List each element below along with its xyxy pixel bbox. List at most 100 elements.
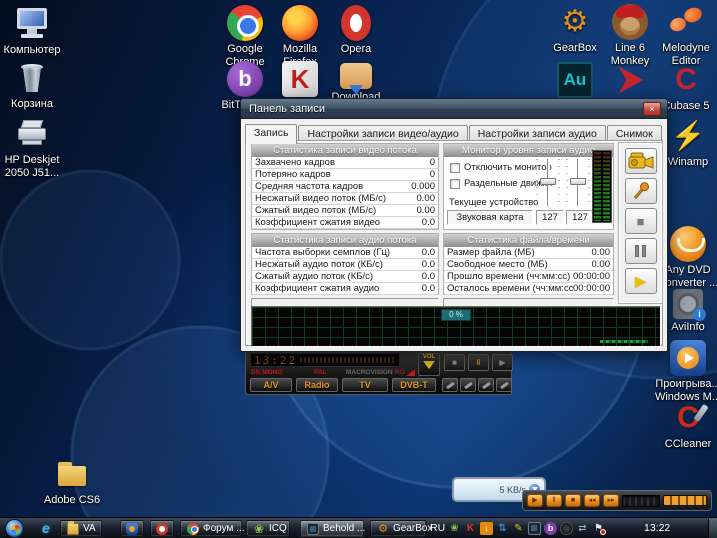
tray-action-center-flag-icon[interactable]: ⚑ xyxy=(592,522,605,535)
stat-row: Средняя частота кадров0.000 xyxy=(252,181,438,193)
tv-led-display: 13:22 xyxy=(250,353,400,367)
group-title: Статистика записи аудио потока xyxy=(252,234,438,247)
chrome-icon xyxy=(227,5,263,41)
tv-macrovision-label: MACROVISION xyxy=(346,369,393,376)
dialog-titlebar[interactable]: Панель записи × xyxy=(241,99,667,119)
player-stop-button[interactable]: ■ xyxy=(565,494,581,507)
stat-row: Коэффициент сжатия аудио0.0 xyxy=(252,283,438,295)
dialog-title: Панель записи xyxy=(249,103,325,115)
slider-value-left: 127 xyxy=(536,210,564,225)
alert-badge xyxy=(600,529,606,535)
level-slider-right[interactable] xyxy=(566,159,590,206)
vol-label: VOL xyxy=(419,354,439,360)
tv-tool-wrench-button[interactable] xyxy=(442,378,458,392)
tv-volume-button[interactable]: VOL xyxy=(418,353,440,376)
stat-row: Захвачено кадров0 xyxy=(252,157,438,169)
taskbar-button-va-folder[interactable]: VA xyxy=(60,520,102,537)
ccleaner-icon: C xyxy=(670,400,706,436)
taskbar-button-forum[interactable]: Форум ... xyxy=(180,520,242,537)
adobe-audition-icon: Au xyxy=(557,62,593,98)
player-prev-button[interactable]: ◂◂ xyxy=(584,494,600,507)
tv-mode-dvbt-button[interactable]: DVB-T xyxy=(392,378,436,392)
vu-column xyxy=(594,152,601,221)
tray-behold-tv-icon[interactable] xyxy=(528,522,541,535)
play-button[interactable]: ▶ xyxy=(625,268,657,294)
player-pause-button[interactable]: ‖ xyxy=(546,494,562,507)
tv-tool-scheduler-button[interactable] xyxy=(478,378,494,392)
language-indicator[interactable]: RU xyxy=(430,522,445,534)
taskbar-button-gearbox[interactable]: ⚙ GearBox xyxy=(370,520,426,537)
record-buttons-panel: ■ ▶ xyxy=(619,143,662,303)
opera-icon xyxy=(341,5,371,41)
tv-play-button[interactable]: ▶ xyxy=(492,354,513,371)
gear-icon: ⚙ xyxy=(557,4,593,40)
desktop-icon-adobe-cs6-folder[interactable]: Adobe CS6 xyxy=(38,456,106,507)
taskbar-button-wmp[interactable] xyxy=(120,520,144,537)
device-field[interactable]: Звуковая карта xyxy=(447,210,533,225)
gear-icon: ⚙ xyxy=(377,523,389,535)
chrome-icon xyxy=(187,523,199,535)
tv-stop-button[interactable]: ■ xyxy=(444,354,465,371)
tray-bittorrent-icon[interactable]: b xyxy=(544,522,557,535)
group-title: Статистика записи видео потока xyxy=(252,144,438,157)
desktop-icon-hp-printer[interactable]: HP Deskjet 2050 J51... xyxy=(0,116,66,180)
any-dvd-icon xyxy=(670,226,706,262)
player-volume-bar[interactable] xyxy=(663,495,707,506)
show-desktop-button[interactable] xyxy=(708,518,717,538)
dialog-tabs: ЗаписьНастройки записи видео/аудиоНастро… xyxy=(245,123,663,141)
stop-button[interactable]: ■ xyxy=(625,208,657,234)
tv-mode-radio-button[interactable]: Radio xyxy=(296,378,338,392)
start-button[interactable] xyxy=(5,519,24,538)
tray-kaspersky-icon[interactable]: K xyxy=(464,522,477,535)
pause-button[interactable] xyxy=(625,238,657,264)
record-video-button[interactable] xyxy=(625,148,657,174)
desktop: Компьютер Корзина HP Deskjet 2050 J51...… xyxy=(0,0,717,538)
icon-label: CCleaner xyxy=(654,438,717,451)
desktop-icon-computer[interactable]: Компьютер xyxy=(0,6,66,57)
slider-thumb[interactable] xyxy=(570,178,586,185)
audio-stats-group: Статистика записи аудио потока Частота в… xyxy=(251,233,439,295)
tray-icq-icon[interactable]: ❀ xyxy=(448,522,461,535)
recycle-bin-icon xyxy=(14,60,50,96)
tray-usb-icon[interactable]: ⇄ xyxy=(576,522,589,535)
slider-thumb[interactable] xyxy=(540,178,556,185)
taskbar-button-behold[interactable]: Behold ... xyxy=(300,520,364,537)
tv-mode-tv-button[interactable]: TV xyxy=(342,378,388,392)
media-player-icon xyxy=(670,340,706,376)
printer-icon xyxy=(14,116,50,152)
player-play-button[interactable]: ▶ xyxy=(527,494,543,507)
kaspersky-icon: K xyxy=(282,61,318,97)
tab-record[interactable]: Запись xyxy=(245,124,297,144)
file-time-stats-group: Статистика файла/времени Размер файла (М… xyxy=(443,233,614,295)
level-slider-left[interactable] xyxy=(536,159,560,206)
icon-label: HP Deskjet 2050 J51... xyxy=(0,154,66,180)
tv-tool-updown-button[interactable] xyxy=(496,378,512,392)
close-button[interactable]: × xyxy=(643,102,661,116)
desktop-icon-recycle-bin[interactable]: Корзина xyxy=(0,60,66,111)
tv-led-time: 13:22 xyxy=(251,354,297,367)
folder-icon xyxy=(54,456,90,492)
tray-download-master-icon[interactable]: ↓ xyxy=(480,522,493,535)
desktop-icon-melodyne[interactable]: Melodyne Editor xyxy=(652,4,717,68)
taskbar-button-opera[interactable] xyxy=(150,520,174,537)
tray-disc-icon[interactable] xyxy=(560,522,573,535)
taskbar-clock[interactable]: 13:22 xyxy=(644,522,670,534)
checkbox[interactable] xyxy=(450,163,460,173)
download-icon xyxy=(340,63,372,89)
stat-row: Прошло времени (чч:мм:сс)00:00:00 xyxy=(444,271,613,283)
desktop-icon-ccleaner[interactable]: C CCleaner xyxy=(654,400,717,451)
desktop-icon-opera[interactable]: Opera xyxy=(322,5,390,56)
tv-icon xyxy=(307,523,319,535)
tray-update-icon[interactable]: ⇅ xyxy=(496,522,509,535)
tv-tool-mixer-button[interactable] xyxy=(460,378,476,392)
microphone-icon xyxy=(631,181,651,201)
record-audio-button[interactable] xyxy=(625,178,657,204)
internet-explorer-icon[interactable]: e xyxy=(42,520,50,536)
tv-pause-button[interactable]: ‖ xyxy=(468,354,489,371)
tv-mode-av-button[interactable]: A/V xyxy=(250,378,292,392)
play-icon: ▶ xyxy=(635,274,646,288)
player-next-button[interactable]: ▸▸ xyxy=(603,494,619,507)
taskbar-button-icq[interactable]: ❀ ICQ xyxy=(246,520,290,537)
checkbox[interactable] xyxy=(450,179,460,189)
tray-pencil-icon[interactable]: ✎ xyxy=(512,522,525,535)
